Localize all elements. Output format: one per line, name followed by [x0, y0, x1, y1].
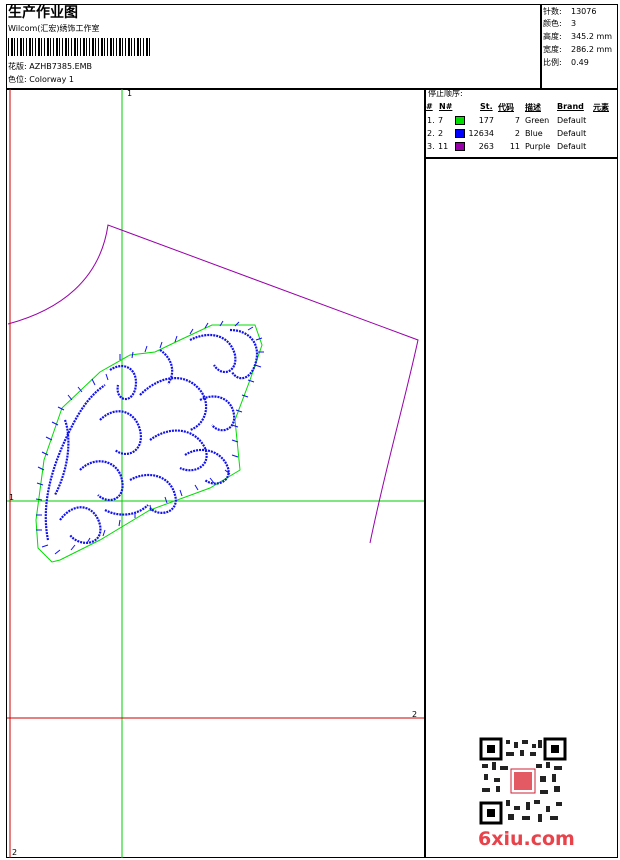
blue-stitch-fringe	[35, 320, 264, 555]
marker-bottom: 2	[12, 848, 18, 857]
green-boundary	[35, 324, 263, 563]
marker-right: 2	[412, 710, 418, 719]
watermark: 6xiu.com	[478, 828, 575, 850]
garment-outline	[7, 224, 419, 544]
seal-stamp	[514, 772, 532, 790]
marker-top: 1	[127, 89, 133, 98]
design-drawing	[7, 89, 567, 858]
marker-left: 1	[9, 493, 15, 502]
qr-code	[479, 737, 567, 825]
